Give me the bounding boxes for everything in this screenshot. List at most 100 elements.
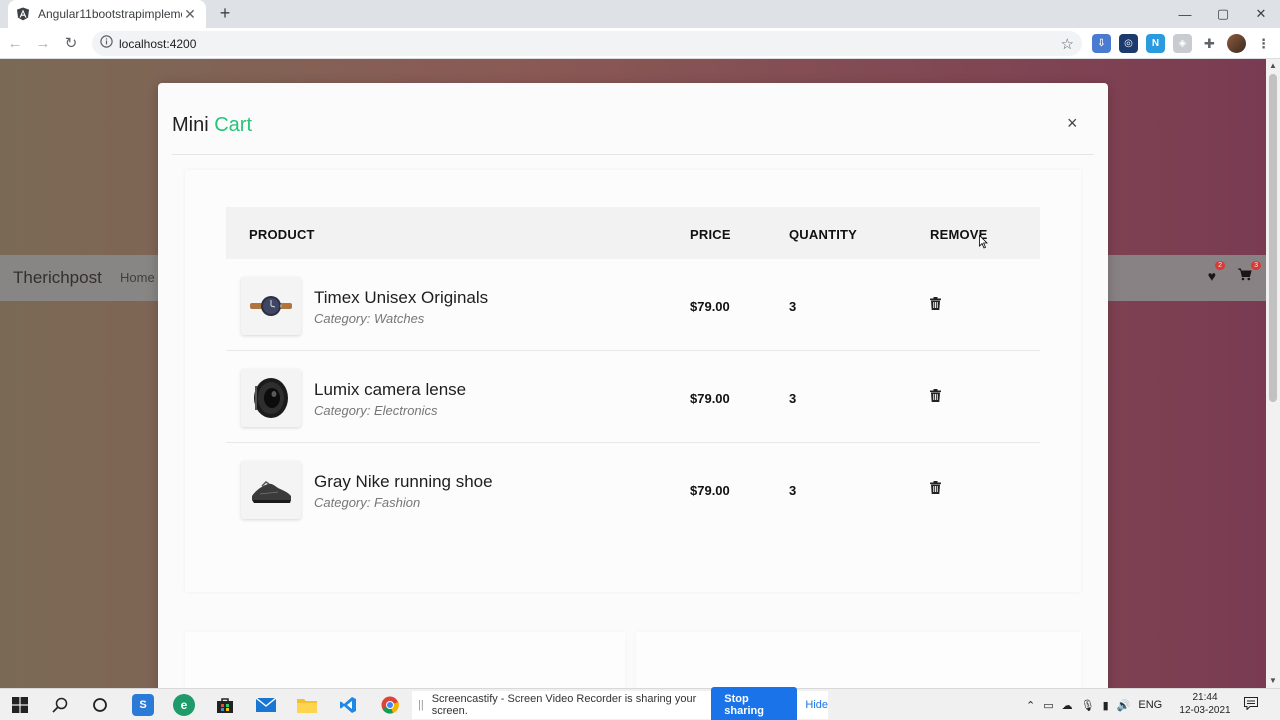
stop-sharing-button[interactable]: Stop sharing [711,687,798,720]
volume-icon[interactable]: 🔊 [1117,699,1131,712]
windows-taskbar: S e || Screencastify - Screen Video Reco… [0,687,1280,720]
tab-title: Angular11bootstrapimplement [38,7,182,21]
notification-icon[interactable] [1244,697,1258,713]
product-image [241,369,301,427]
chevron-up-icon[interactable]: ⌃ [1026,699,1035,712]
page-viewport: Therichpost Home ♥ 2 3 Mini Cart × PRODUC… [0,59,1266,688]
screen-share-bar: || Screencastify - Screen Video Recorder… [412,687,828,720]
browser-tab[interactable]: Angular11bootstrapimplement ✕ [8,0,206,28]
hide-button[interactable]: Hide [805,699,828,711]
product-name[interactable]: Timex Unisex Originals [314,288,488,308]
drag-handle-icon[interactable]: || [418,699,424,711]
reload-icon[interactable]: ↻ [58,30,84,56]
store-icon[interactable] [214,694,236,716]
product-name[interactable]: Lumix camera lense [314,380,466,400]
windows-start-icon[interactable] [9,694,31,716]
system-tray: ⌃ ▭ ☁ 🎙 ▮ 🔊 ENG [1026,689,1162,720]
header-quantity: QUANTITY [789,227,858,242]
mail-icon[interactable] [255,694,277,716]
device-icon[interactable]: ▭ [1043,699,1053,712]
window-close-button[interactable]: ✕ [1242,0,1280,28]
header-price: PRICE [690,227,731,242]
shoe-icon [252,481,291,503]
cart-summary-card [185,632,625,688]
skype-icon[interactable]: S [132,694,154,716]
product-category: Category: Fashion [314,495,421,510]
extension-icon[interactable]: N [1146,34,1165,53]
browser-toolbar: ← → ↻ localhost:4200 ☆ ⇩ ◎ N ◈ ✚ ⋮ [0,28,1280,59]
page-scrollbar[interactable]: ▲ ▼ [1266,59,1280,688]
watch-icon [250,296,292,316]
scroll-up-arrow-icon[interactable]: ▲ [1266,59,1280,73]
clock-date: 12-03-2021 [1179,705,1231,716]
cart-row: Timex Unisex Originals Category: Watches… [226,259,1040,351]
product-name[interactable]: Gray Nike running shoe [314,472,493,492]
window-controls: — ▢ ✕ [1166,0,1280,28]
nav-home-link[interactable]: Home [120,270,155,285]
new-tab-button[interactable]: + [216,4,234,22]
product-quantity: 3 [789,299,797,314]
browser-tab-bar: Angular11bootstrapimplement ✕ + — ▢ ✕ [0,0,1280,28]
mini-cart-modal: Mini Cart × PRODUCT PRICE QUANTITY REMOV… [158,83,1108,688]
file-explorer-icon[interactable] [296,694,318,716]
cortana-icon[interactable] [89,694,111,716]
taskbar-clock[interactable]: 21:44 12-03-2021 [1175,691,1235,717]
modal-title-main: Mini [172,114,215,136]
shield-extension-icon[interactable]: ◈ [1173,34,1192,53]
extensions-area: ⇩ ◎ N ◈ ✚ ⋮ [1092,31,1273,56]
wishlist-badge: 2 [1215,261,1225,270]
site-brand[interactable]: Therichpost [13,268,102,288]
trash-icon[interactable] [930,481,942,497]
edge-browser-icon[interactable]: e [173,694,195,716]
cart-table-card: PRODUCT PRICE QUANTITY REMOVE Timex Unis… [185,170,1081,592]
maximize-button[interactable]: ▢ [1204,0,1242,28]
product-image [241,461,301,519]
header-product: PRODUCT [249,227,315,242]
language-indicator[interactable]: ENG [1138,699,1162,711]
menu-kebab-icon[interactable]: ⋮ [1254,34,1273,53]
modal-close-button[interactable]: × [1067,113,1078,134]
mouse-cursor-icon [979,235,988,249]
search-icon[interactable] [49,694,71,716]
info-icon[interactable] [100,34,113,53]
product-category: Category: Electronics [314,403,438,418]
cart-row: Gray Nike running shoe Category: Fashion… [226,443,1040,535]
vscode-icon[interactable] [337,694,359,716]
trash-icon[interactable] [930,297,942,313]
product-price: $79.00 [690,391,730,406]
extension-icon[interactable]: ◎ [1119,34,1138,53]
trash-icon[interactable] [930,389,942,405]
back-arrow-icon[interactable]: ← [2,30,28,56]
cart-table-header: PRODUCT PRICE QUANTITY REMOVE [226,207,1040,259]
modal-title-accent: Cart [214,114,253,136]
battery-icon[interactable]: ▮ [1103,699,1109,712]
tab-close-icon[interactable]: ✕ [182,6,198,23]
cart-icon[interactable]: 3 [1238,261,1261,284]
product-quantity: 3 [789,391,797,406]
chrome-icon[interactable] [379,694,401,716]
forward-arrow-icon[interactable]: → [30,30,56,56]
address-bar[interactable]: localhost:4200 ☆ [92,31,1082,56]
puzzle-extensions-icon[interactable]: ✚ [1200,34,1219,53]
microphone-icon[interactable]: 🎙 [1081,699,1095,712]
extension-icon[interactable]: ⇩ [1092,34,1111,53]
product-category: Category: Watches [314,311,425,326]
cart-summary-card [636,632,1081,688]
product-price: $79.00 [690,299,730,314]
product-price: $79.00 [690,483,730,498]
scroll-down-arrow-icon[interactable]: ▼ [1266,674,1280,688]
wishlist-heart-icon[interactable]: ♥ 2 [1208,261,1225,284]
clock-time: 21:44 [1192,692,1218,703]
bookmark-star-icon[interactable]: ☆ [1061,35,1074,53]
onedrive-cloud-icon[interactable]: ☁ [1062,699,1073,712]
url-text: localhost:4200 [119,36,197,51]
product-image [241,277,301,335]
angular-logo-icon [16,7,30,21]
cart-row: Lumix camera lense Category: Electronics… [226,351,1040,443]
cart-badge: 3 [1251,261,1261,270]
profile-avatar[interactable] [1227,34,1246,53]
product-quantity: 3 [789,483,797,498]
scrollbar-thumb[interactable] [1269,74,1277,402]
modal-title: Mini Cart [172,114,252,137]
minimize-button[interactable]: — [1166,0,1204,28]
